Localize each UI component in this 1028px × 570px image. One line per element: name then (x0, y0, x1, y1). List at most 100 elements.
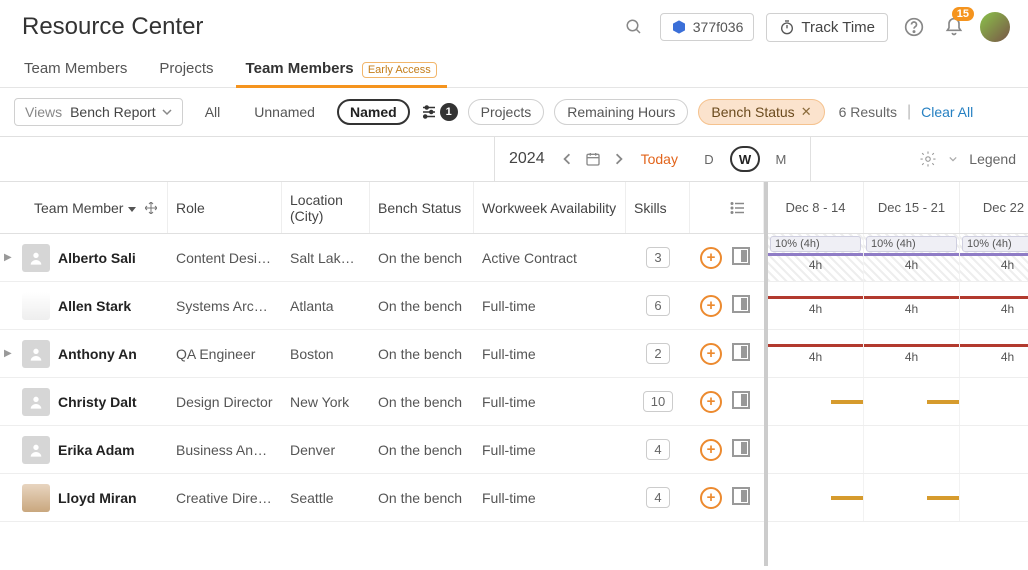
cell-skills: 2 (626, 343, 690, 364)
col-role[interactable]: Role (168, 182, 282, 233)
col-team-member[interactable]: Team Member (0, 182, 168, 233)
chip-all[interactable]: All (193, 100, 233, 124)
filter-toggle[interactable]: 1 (420, 103, 458, 121)
skills-count[interactable]: 2 (646, 343, 669, 364)
move-icon[interactable] (145, 202, 157, 214)
add-button[interactable]: + (700, 439, 722, 461)
panel-toggle-button[interactable] (732, 487, 750, 505)
skills-count[interactable]: 4 (646, 487, 669, 508)
cell-skills: 4 (626, 439, 690, 460)
calendar-icon[interactable] (585, 151, 601, 167)
gantt-cell[interactable]: 4h (768, 330, 864, 377)
skills-count[interactable]: 6 (646, 295, 669, 316)
gantt-cell[interactable] (960, 378, 1028, 425)
add-button[interactable]: + (700, 487, 722, 509)
col-bench-status[interactable]: Bench Status (370, 182, 474, 233)
track-time-button[interactable]: Track Time (766, 13, 888, 42)
col-workweek[interactable]: Workweek Availability (474, 182, 626, 233)
add-button[interactable]: + (700, 343, 722, 365)
allocation-bar (864, 253, 959, 256)
cell-team-member: ▶ Anthony An (0, 340, 168, 368)
gantt-cell[interactable] (960, 426, 1028, 473)
help-icon[interactable] (900, 13, 928, 41)
allocation-bar (960, 253, 1028, 256)
cluster-chip[interactable]: 377f036 (660, 13, 755, 41)
add-button[interactable]: + (700, 247, 722, 269)
gantt-cell[interactable] (960, 474, 1028, 521)
views-dropdown[interactable]: Views Bench Report (14, 98, 183, 126)
chip-remaining-hours[interactable]: Remaining Hours (554, 99, 688, 125)
notifications-button[interactable]: 15 (940, 13, 968, 41)
gear-icon[interactable] (919, 150, 937, 168)
panel-toggle-button[interactable] (732, 343, 750, 361)
user-avatar[interactable] (980, 12, 1010, 42)
gantt-cell[interactable]: 4h (960, 330, 1028, 377)
sort-down-icon (127, 203, 137, 213)
chip-bench-status[interactable]: Bench Status ✕ (698, 99, 824, 125)
gantt-cell[interactable]: 4h (960, 282, 1028, 329)
add-button[interactable]: + (700, 391, 722, 413)
gantt-cell[interactable]: 4h (768, 282, 864, 329)
cell-team-member: ▶Erika Adam (0, 436, 168, 464)
chevron-down-icon (162, 107, 172, 117)
member-name[interactable]: Anthony An (58, 346, 137, 362)
results-count: 6 Results (839, 104, 897, 120)
col-location[interactable]: Location (City) (282, 182, 370, 233)
member-name[interactable]: Christy Dalt (58, 394, 137, 410)
gantt-cell[interactable] (768, 474, 864, 521)
tab-team-members-2[interactable]: Team Members Early Access (244, 52, 439, 87)
skills-count[interactable]: 4 (646, 439, 669, 460)
chevron-down-icon[interactable] (949, 155, 957, 163)
gantt-cell[interactable]: 4h (864, 330, 960, 377)
gantt-cell[interactable] (768, 378, 864, 425)
hours-label: 4h (768, 258, 863, 272)
granularity-day[interactable]: D (694, 146, 724, 172)
gantt-cell[interactable]: 4h (864, 282, 960, 329)
gantt-cell[interactable]: 10% (4h)4h (960, 234, 1028, 281)
chip-projects[interactable]: Projects (468, 99, 545, 125)
table-row: ▶Christy DaltDesign DirectorNew YorkOn t… (0, 378, 764, 426)
granularity-month[interactable]: M (766, 146, 796, 172)
gantt-cell[interactable] (864, 378, 960, 425)
chip-bench-label: Bench Status (711, 104, 794, 120)
add-button[interactable]: + (700, 295, 722, 317)
chip-unnamed[interactable]: Unnamed (242, 100, 327, 124)
today-link[interactable]: Today (641, 151, 678, 167)
cell-location: Boston (282, 346, 370, 362)
gantt-cell[interactable] (768, 426, 864, 473)
cell-bench-status: On the bench (370, 346, 474, 362)
gantt-cell[interactable]: 10% (4h)4h (768, 234, 864, 281)
panel-toggle-button[interactable] (732, 439, 750, 457)
granularity-week[interactable]: W (730, 146, 760, 172)
chevron-left-icon[interactable] (561, 153, 573, 165)
avatar (22, 388, 50, 416)
panel-toggle-button[interactable] (732, 391, 750, 409)
close-icon[interactable]: ✕ (801, 104, 812, 120)
chip-named[interactable]: Named (337, 99, 410, 125)
list-icon[interactable] (729, 199, 747, 217)
gantt-cell[interactable] (864, 426, 960, 473)
tab-team-members-1[interactable]: Team Members (22, 52, 129, 87)
partial-bar (927, 400, 959, 404)
tab-projects[interactable]: Projects (157, 52, 215, 87)
gantt-cell[interactable] (864, 474, 960, 521)
chevron-right-icon[interactable] (613, 153, 625, 165)
allocation-pill: 10% (4h) (866, 236, 957, 252)
cell-team-member: ▶Allen Stark (0, 292, 168, 320)
member-name[interactable]: Allen Stark (58, 298, 131, 314)
legend-link[interactable]: Legend (969, 151, 1016, 167)
expand-caret[interactable]: ▶ (4, 348, 14, 359)
search-icon[interactable] (620, 13, 648, 41)
panel-toggle-button[interactable] (732, 247, 750, 265)
skills-count[interactable]: 10 (643, 391, 673, 412)
clear-all-link[interactable]: Clear All (921, 104, 973, 120)
skills-count[interactable]: 3 (646, 247, 669, 268)
member-name[interactable]: Alberto Sali (58, 250, 136, 266)
expand-caret[interactable]: ▶ (4, 252, 14, 263)
gantt-cell[interactable]: 10% (4h)4h (864, 234, 960, 281)
member-name[interactable]: Lloyd Miran (58, 490, 137, 506)
cell-actions: + (690, 391, 764, 413)
col-skills[interactable]: Skills (626, 182, 690, 233)
member-name[interactable]: Erika Adam (58, 442, 135, 458)
panel-toggle-button[interactable] (732, 295, 750, 313)
